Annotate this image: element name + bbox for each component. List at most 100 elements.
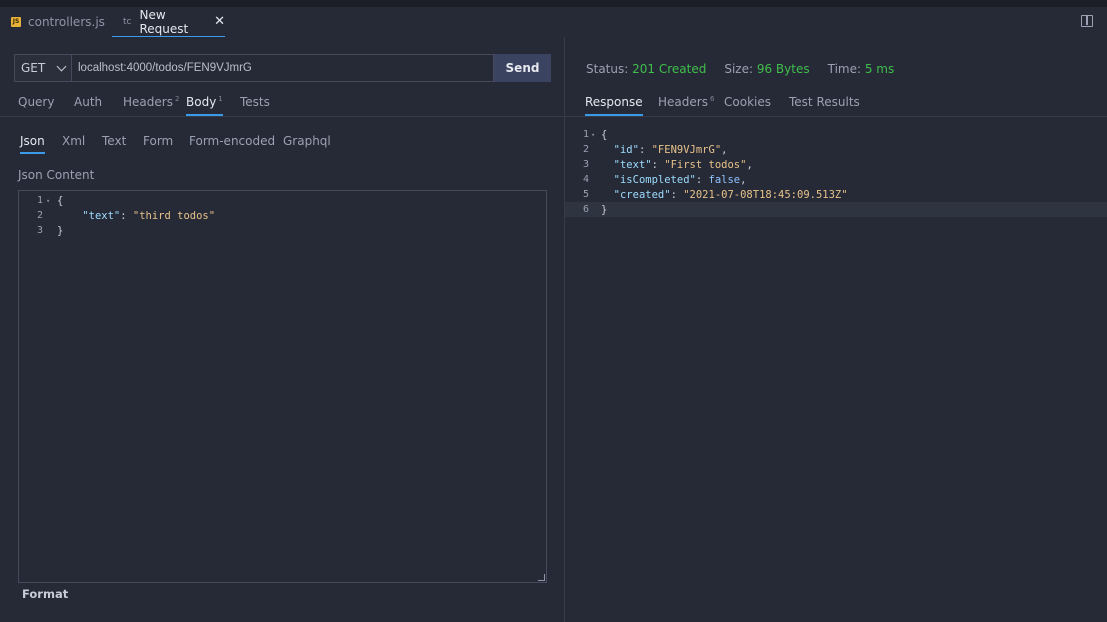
tab-new-request[interactable]: tc New Request ✕ bbox=[112, 7, 225, 37]
json-value: "FEN9VJmrG" bbox=[651, 143, 722, 156]
body-tab-xml[interactable]: Xml bbox=[62, 134, 85, 148]
response-line: 3 "text": "First todos", bbox=[565, 157, 1107, 172]
tab-label: controllers.js bbox=[28, 15, 105, 29]
status-info: Status: 201 Created bbox=[586, 62, 706, 76]
editor-tab-bar: JS controllers.js tc New Request ✕ bbox=[0, 7, 1107, 37]
status-label: Status: bbox=[586, 62, 629, 76]
method-value: GET bbox=[21, 61, 46, 75]
close-icon[interactable]: ✕ bbox=[214, 14, 225, 29]
body-tab-form[interactable]: Form bbox=[143, 134, 173, 148]
title-strip bbox=[0, 0, 1107, 7]
response-summary: Status: 201 Created Size: 96 Bytes Time:… bbox=[586, 62, 894, 76]
json-value: false bbox=[708, 173, 741, 186]
url-bar: GET localhost:4000/todos/FEN9VJmrG Send bbox=[14, 54, 551, 82]
line-number: 3 bbox=[582, 159, 589, 170]
tab-cookies[interactable]: Cookies bbox=[724, 95, 771, 109]
thunder-client-icon: tc bbox=[123, 16, 132, 27]
response-panel: Status: 201 Created Size: 96 Bytes Time:… bbox=[565, 37, 1107, 622]
json-key: "created" bbox=[613, 188, 671, 201]
line-number: 2 bbox=[582, 144, 589, 155]
send-button[interactable]: Send bbox=[494, 54, 551, 82]
fold-arrow-icon[interactable]: ▾ bbox=[43, 197, 57, 205]
json-key: "text" bbox=[82, 209, 121, 222]
tab-response-headers[interactable]: Headers 6 bbox=[658, 95, 714, 109]
resize-handle-icon[interactable] bbox=[538, 574, 545, 581]
time-value: 5 ms bbox=[864, 62, 895, 76]
request-panel: GET localhost:4000/todos/FEN9VJmrG Send … bbox=[0, 37, 564, 622]
code-text: { bbox=[601, 128, 608, 141]
status-value: 201 Created bbox=[632, 62, 707, 76]
tab-label: Body bbox=[186, 95, 217, 109]
line-number: 3 bbox=[36, 225, 43, 236]
tab-label: Headers bbox=[658, 95, 708, 109]
response-line: 1 ▾ { bbox=[565, 127, 1107, 142]
editor-line: 1 ▾ { bbox=[19, 193, 63, 208]
time-label: Time: bbox=[827, 62, 862, 76]
request-tabs: Query Auth Headers 2 Body 1 Tests bbox=[0, 89, 564, 117]
code-text: { bbox=[57, 194, 64, 207]
line-number: 1 bbox=[582, 129, 589, 140]
json-editor[interactable]: 1 ▾ { 2 "text": "third todos" 3 } bbox=[18, 190, 547, 583]
tab-label: Test Results bbox=[789, 95, 860, 109]
body-type-tabs: Json Xml Text Form Form-encoded Graphql bbox=[0, 127, 564, 155]
body-tab-graphql[interactable]: Graphql bbox=[283, 134, 331, 148]
response-line: 5 "created": "2021-07-08T18:45:09.513Z" bbox=[565, 187, 1107, 202]
size-value: 96 Bytes bbox=[756, 62, 810, 76]
time-info: Time: 5 ms bbox=[828, 62, 895, 76]
json-value: "2021-07-08T18:45:09.513Z" bbox=[683, 188, 848, 201]
code-text: } bbox=[57, 224, 64, 237]
code-text: "text": "third todos" bbox=[82, 209, 216, 222]
editor-line: 3 } bbox=[19, 223, 63, 238]
response-line: 2 "id": "FEN9VJmrG", bbox=[565, 142, 1107, 157]
tab-response[interactable]: Response bbox=[585, 95, 643, 116]
tab-query[interactable]: Query bbox=[18, 95, 54, 109]
tab-body[interactable]: Body 1 bbox=[186, 95, 223, 116]
line-number: 4 bbox=[582, 174, 589, 185]
headers-count: 6 bbox=[709, 95, 715, 103]
tab-test-results[interactable]: Test Results bbox=[789, 95, 860, 109]
tab-label: Cookies bbox=[724, 95, 771, 109]
code-text: "created": "2021-07-08T18:45:09.513Z" bbox=[613, 188, 848, 201]
response-line: 4 "isCompleted": false, bbox=[565, 172, 1107, 187]
json-key: "id" bbox=[613, 143, 639, 156]
split-editor-icon[interactable] bbox=[1081, 15, 1093, 27]
js-file-icon: JS bbox=[11, 17, 21, 27]
tab-headers[interactable]: Headers 2 bbox=[123, 95, 179, 109]
chevron-down-icon bbox=[56, 61, 67, 71]
tab-label: Tests bbox=[240, 95, 270, 109]
method-select[interactable]: GET bbox=[14, 54, 72, 82]
code-text: "isCompleted": false, bbox=[613, 173, 747, 186]
tab-label: Response bbox=[585, 95, 643, 109]
code-text: "id": "FEN9VJmrG", bbox=[613, 143, 728, 156]
tab-label: Query bbox=[18, 95, 55, 109]
line-number: 1 bbox=[36, 195, 43, 206]
json-key: "isCompleted" bbox=[613, 173, 696, 186]
json-key: "text" bbox=[613, 158, 652, 171]
line-number: 2 bbox=[36, 210, 43, 221]
tab-tests[interactable]: Tests bbox=[240, 95, 270, 109]
body-tab-text[interactable]: Text bbox=[102, 134, 126, 148]
body-count: 1 bbox=[218, 95, 223, 103]
response-tabs: Response Headers 6 Cookies Test Results bbox=[565, 89, 1107, 117]
tab-label: Headers bbox=[123, 95, 173, 109]
response-line-current: 6 } bbox=[565, 202, 1107, 217]
tab-label: New Request bbox=[139, 7, 189, 36]
size-info: Size: 96 Bytes bbox=[724, 62, 809, 76]
url-input[interactable]: localhost:4000/todos/FEN9VJmrG bbox=[72, 54, 494, 82]
body-tab-form-encoded[interactable]: Form-encoded bbox=[189, 134, 275, 148]
size-label: Size: bbox=[724, 62, 754, 76]
body-tab-json[interactable]: Json bbox=[20, 134, 45, 154]
tab-label: Auth bbox=[74, 95, 103, 109]
editor-line: 2 "text": "third todos" bbox=[19, 208, 215, 223]
tab-controllers-js[interactable]: JS controllers.js bbox=[0, 7, 110, 37]
tab-auth[interactable]: Auth bbox=[74, 95, 102, 109]
fold-arrow-icon[interactable]: ▾ bbox=[589, 131, 601, 139]
comma: , bbox=[721, 143, 728, 156]
comma: , bbox=[740, 173, 747, 186]
response-body[interactable]: 1 ▾ { 2 "id": "FEN9VJmrG", 3 "text": "Fi… bbox=[565, 127, 1107, 227]
headers-count: 2 bbox=[174, 95, 180, 103]
code-text: "text": "First todos", bbox=[613, 158, 753, 171]
format-button[interactable]: Format bbox=[22, 587, 68, 601]
code-text: } bbox=[601, 203, 608, 216]
json-value: "First todos" bbox=[664, 158, 747, 171]
